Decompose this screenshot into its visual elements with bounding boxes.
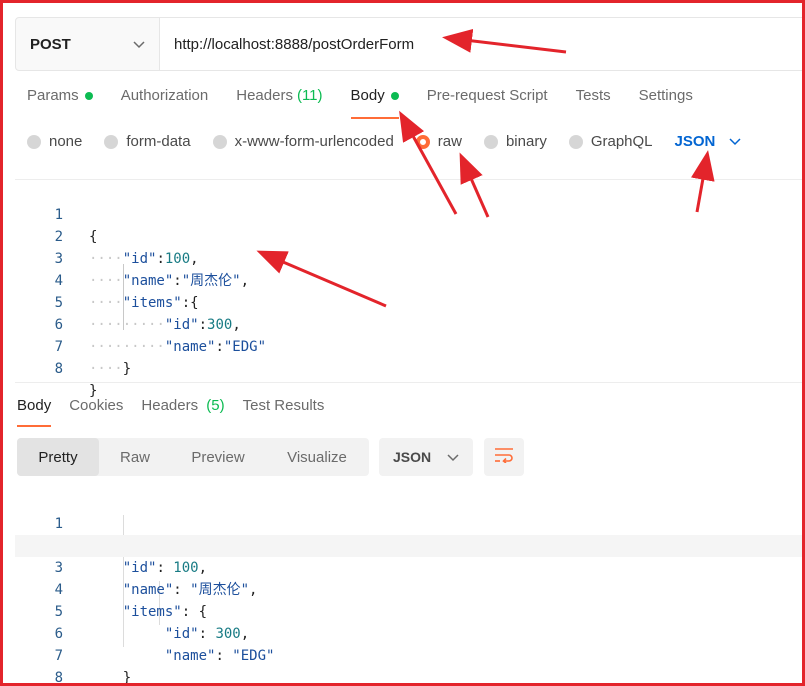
code-line-highlighted: 3 "name": "周杰伦", [15, 535, 802, 598]
response-format-dropdown[interactable]: JSON [379, 438, 473, 476]
request-url-bar: POST http://localhost:8888/postOrderForm [15, 17, 802, 71]
radio-raw[interactable]: raw [415, 133, 462, 150]
response-body-viewer[interactable]: 1 { 2 "id": 100, 3 "name": "周杰伦", 4 "ite… [15, 491, 802, 683]
tab-headers-label: Headers [236, 87, 293, 104]
wrap-lines-button[interactable] [484, 438, 524, 476]
body-format-dropdown[interactable]: JSON [675, 133, 742, 150]
tab-settings-label: Settings [638, 87, 693, 104]
response-tab-test-results[interactable]: Test Results [243, 397, 325, 427]
code-line: 8 } [15, 336, 802, 399]
code-line: 6 "name": "EDG" [15, 601, 802, 664]
line-number: 8 [54, 361, 63, 377]
params-indicator-dot [84, 92, 93, 100]
request-tabs: Params Authorization Headers (11) Body P… [27, 87, 721, 119]
body-type-selector: none form-data x-www-form-urlencoded raw… [27, 133, 741, 150]
radio-raw-circle [415, 134, 430, 149]
tab-tests-label: Tests [575, 87, 611, 104]
response-tab-body-label: Body [17, 397, 52, 414]
close-brace: } [122, 670, 132, 686]
tab-params-label: Params [27, 87, 79, 104]
radio-urlencoded-circle [212, 134, 227, 149]
code-line: 5 ·········"id":300, [15, 270, 802, 333]
radio-graphql[interactable]: GraphQL [568, 133, 653, 150]
code-line: 1 { [15, 182, 802, 245]
line-number: 8 [54, 670, 63, 686]
tab-pre-request-label: Pre-request Script [426, 87, 548, 104]
code-line: 5 "id": 300, [15, 579, 802, 642]
radio-binary-label: binary [505, 133, 547, 150]
radio-none-label: none [49, 133, 83, 150]
radio-binary-circle [483, 134, 498, 149]
response-format-label: JSON [393, 449, 432, 465]
tab-body[interactable]: Body [350, 87, 399, 119]
response-tab-headers[interactable]: Headers (5) [141, 397, 224, 427]
radio-urlencoded-label: x-www-form-urlencoded [234, 133, 394, 150]
radio-graphql-circle [568, 134, 583, 149]
method-select[interactable]: POST [16, 18, 160, 70]
code-line: 4 "items": { [15, 557, 802, 620]
method-label: POST [30, 35, 71, 53]
close-brace: } [122, 361, 132, 377]
code-line: 2 ····"id":100, [15, 204, 802, 267]
tab-params[interactable]: Params [27, 87, 93, 119]
tab-headers[interactable]: Headers (11) [236, 87, 322, 119]
radio-form-data[interactable]: form-data [104, 133, 191, 150]
response-tab-cookies[interactable]: Cookies [69, 397, 123, 427]
radio-none-circle [27, 134, 41, 149]
chevron-down-icon [729, 133, 741, 150]
view-raw-button[interactable]: Raw [99, 438, 171, 476]
view-preview-label: Preview [191, 448, 245, 466]
code-line: 3 ····"name":"周杰伦", [15, 226, 802, 289]
radio-binary[interactable]: binary [483, 133, 547, 150]
response-view-switcher: Pretty Raw Preview Visualize [17, 438, 369, 476]
headers-count: (11) [296, 87, 323, 104]
tab-authorization-label: Authorization [120, 87, 209, 104]
view-raw-label: Raw [119, 448, 150, 466]
radio-raw-label: raw [437, 133, 462, 150]
url-text: http://localhost:8888/postOrderForm [174, 35, 415, 53]
body-format-label: JSON [674, 133, 716, 150]
view-pretty-button[interactable]: Pretty [17, 438, 99, 476]
response-tabs: Body Cookies Headers (5) Test Results [17, 397, 342, 427]
code-line: 8 } [15, 645, 802, 683]
code-line: 7 ····} [15, 314, 802, 377]
response-tab-test-results-label: Test Results [242, 397, 325, 414]
view-pretty-label: Pretty [38, 448, 78, 466]
tab-body-label: Body [350, 87, 385, 104]
response-tab-body[interactable]: Body [17, 397, 52, 427]
tab-settings[interactable]: Settings [639, 87, 693, 119]
chevron-down-icon [133, 36, 145, 53]
radio-urlencoded[interactable]: x-www-form-urlencoded [212, 133, 394, 150]
view-visualize-button[interactable]: Visualize [265, 438, 369, 476]
code-line: 4 ····"items":{ [15, 248, 802, 311]
wrap-lines-icon [494, 447, 514, 468]
code-line: 2 "id": 100, [15, 513, 802, 576]
radio-none[interactable]: none [27, 133, 82, 150]
radio-graphql-label: GraphQL [590, 133, 653, 150]
screenshot-frame: POST http://localhost:8888/postOrderForm… [0, 0, 805, 686]
response-headers-count: (5) [206, 397, 225, 414]
chevron-down-icon [447, 449, 459, 465]
view-visualize-label: Visualize [287, 448, 347, 466]
view-preview-button[interactable]: Preview [171, 438, 265, 476]
tab-pre-request-script[interactable]: Pre-request Script [427, 87, 548, 119]
radio-form-data-circle [104, 134, 119, 149]
url-input[interactable]: http://localhost:8888/postOrderForm [160, 18, 802, 70]
response-tab-headers-label: Headers [141, 397, 199, 414]
tab-tests[interactable]: Tests [576, 87, 611, 119]
code-line: 7 } [15, 623, 802, 683]
radio-form-data-label: form-data [126, 133, 191, 150]
request-body-editor[interactable]: 1 { 2 ····"id":100, 3 ····"name":"周杰伦", … [15, 179, 802, 399]
code-line: 6 ·········"name":"EDG" [15, 292, 802, 355]
body-indicator-dot [390, 92, 399, 100]
response-tab-cookies-label: Cookies [69, 397, 124, 414]
tab-authorization[interactable]: Authorization [121, 87, 209, 119]
code-line: 1 { [15, 491, 802, 554]
